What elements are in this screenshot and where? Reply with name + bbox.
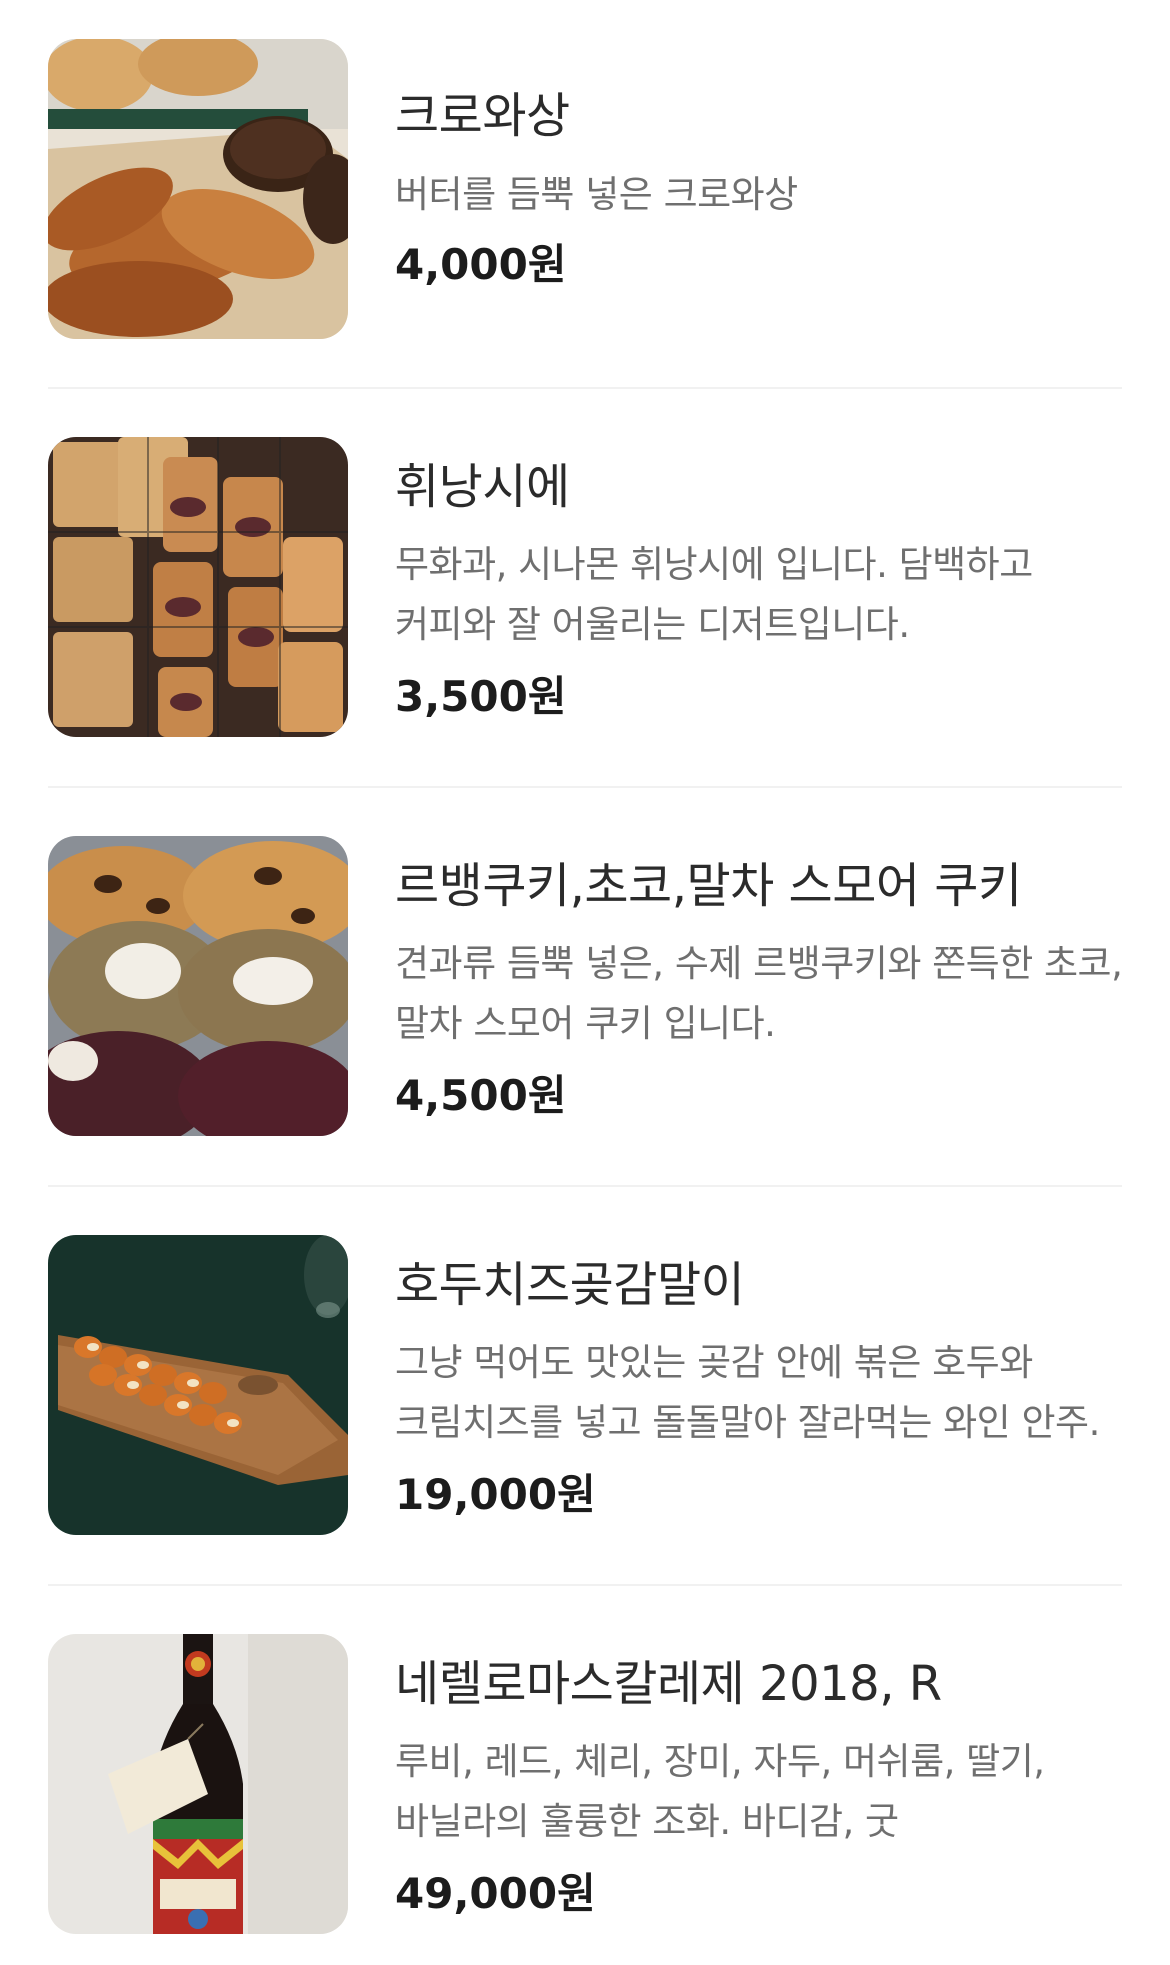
item-description: 견과류 듬뿍 넣은, 수제 르뱅쿠키와 쫀득한 초코, 말차 스모어 쿠키 입니… <box>395 942 1123 1045</box>
item-name: 크로와상 <box>395 88 570 144</box>
item-description: 루비, 레드, 체리, 장미, 자두, 머쉬룸, 딸기, 바닐라의 훌륭한 조화… <box>395 1740 1045 1843</box>
menu-item-croissant[interactable]: 크로와상 버터를 듬뿍 넣은 크로와상 4,000원 <box>48 39 1122 339</box>
item-description: 무화과, 시나몬 휘낭시에 입니다. 담백하고 커피와 잘 어울리는 디저트입니… <box>395 543 1033 646</box>
financier-photo <box>48 437 348 737</box>
cookies-photo <box>48 836 348 1136</box>
item-price: 4,500원 <box>395 1071 567 1120</box>
item-price: 19,000원 <box>395 1470 596 1519</box>
divider <box>48 1185 1122 1187</box>
croissant-photo <box>48 39 348 339</box>
item-name: 휘낭시에 <box>395 459 570 515</box>
wine-bottle-photo <box>48 1634 348 1934</box>
menu-item-wine[interactable]: 네렐로마스칼레제 2018, R 루비, 레드, 체리, 장미, 자두, 머쉬룸… <box>48 1634 1122 1934</box>
menu-item-cookies[interactable]: 르뱅쿠키,초코,말차 스모어 쿠키 견과류 듬뿍 넣은, 수제 르뱅쿠키와 쫀득… <box>48 836 1123 1136</box>
item-price: 4,000원 <box>395 240 567 289</box>
item-description: 버터를 듬뿍 넣은 크로와상 <box>395 173 798 216</box>
item-price: 3,500원 <box>395 672 567 721</box>
persimmon-roll-photo <box>48 1235 348 1535</box>
item-description: 그냥 먹어도 맛있는 곶감 안에 볶은 호두와 크림치즈를 넣고 돌돌말아 잘라… <box>395 1341 1100 1444</box>
divider <box>48 786 1122 788</box>
item-price: 49,000원 <box>395 1869 596 1918</box>
menu-item-persimmon-roll[interactable]: 호두치즈곶감말이 그냥 먹어도 맛있는 곶감 안에 볶은 호두와 크림치즈를 넣… <box>48 1235 1122 1535</box>
item-name: 네렐로마스칼레제 2018, R <box>395 1656 942 1712</box>
menu-list: 크로와상 버터를 듬뿍 넣은 크로와상 4,000원 휘낭시에 무화과, 시나몬… <box>0 0 1170 1965</box>
item-name: 르뱅쿠키,초코,말차 스모어 쿠키 <box>395 858 1022 914</box>
item-name: 호두치즈곶감말이 <box>395 1257 745 1313</box>
divider <box>48 1584 1122 1586</box>
menu-item-financier[interactable]: 휘낭시에 무화과, 시나몬 휘낭시에 입니다. 담백하고 커피와 잘 어울리는 … <box>48 437 1122 737</box>
divider <box>48 387 1122 389</box>
